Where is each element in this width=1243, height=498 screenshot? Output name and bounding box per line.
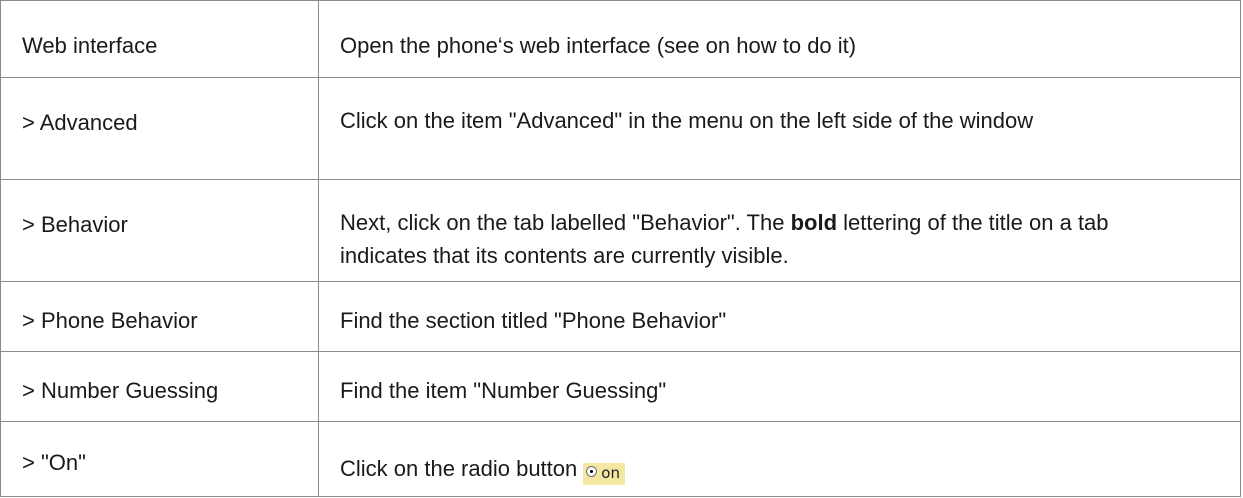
- step-label: > Number Guessing: [22, 378, 219, 403]
- table-row: > Number Guessing Find the item "Number …: [0, 351, 1241, 422]
- step-label: > Phone Behavior: [22, 308, 198, 333]
- step-description: Open the phone‘s web interface (see on h…: [340, 33, 857, 58]
- radio-label: on: [601, 464, 620, 482]
- table-row: > Behavior Next, click on the tab labell…: [0, 179, 1241, 282]
- step-description: Click on the radio button: [340, 456, 578, 481]
- radio-button-image: on: [583, 463, 625, 485]
- description-cell: Find the item "Number Guessing": [318, 351, 1241, 422]
- table-row: Web interface Open the phone‘s web inter…: [0, 0, 1241, 78]
- step-cell: > Advanced: [0, 77, 319, 180]
- bold-word: bold: [790, 210, 838, 235]
- table-row: > Advanced Click on the item "Advanced" …: [0, 77, 1241, 180]
- step-cell: > Phone Behavior: [0, 281, 319, 352]
- step-cell: > Behavior: [0, 179, 319, 282]
- step-cell: > "On": [0, 421, 319, 497]
- description-cell: Click on the radio button on: [318, 421, 1241, 497]
- step-cell: Web interface: [0, 0, 319, 78]
- instructions-table: Web interface Open the phone‘s web inter…: [0, 0, 1241, 497]
- step-label: Web interface: [22, 33, 158, 58]
- step-label: > "On": [22, 450, 86, 475]
- step-label: > Advanced: [22, 110, 138, 135]
- radio-selected-icon: [586, 466, 598, 477]
- step-cell: > Number Guessing: [0, 351, 319, 422]
- description-cell: Find the section titled "Phone Behavior": [318, 281, 1241, 352]
- table-row: > Phone Behavior Find the section titled…: [0, 281, 1241, 352]
- step-description: Find the item "Number Guessing": [340, 378, 667, 403]
- description-cell: Next, click on the tab labelled "Behavio…: [318, 179, 1241, 282]
- step-description-part: Next, click on the tab labelled "Behavio…: [340, 210, 791, 235]
- table-row: > "On" Click on the radio button on: [0, 421, 1241, 497]
- step-label: > Behavior: [22, 212, 128, 237]
- step-description: Click on the item "Advanced" in the menu…: [340, 108, 1034, 133]
- step-description: Find the section titled "Phone Behavior": [340, 308, 727, 333]
- description-cell: Click on the item "Advanced" in the menu…: [318, 77, 1241, 180]
- description-cell: Open the phone‘s web interface (see on h…: [318, 0, 1241, 78]
